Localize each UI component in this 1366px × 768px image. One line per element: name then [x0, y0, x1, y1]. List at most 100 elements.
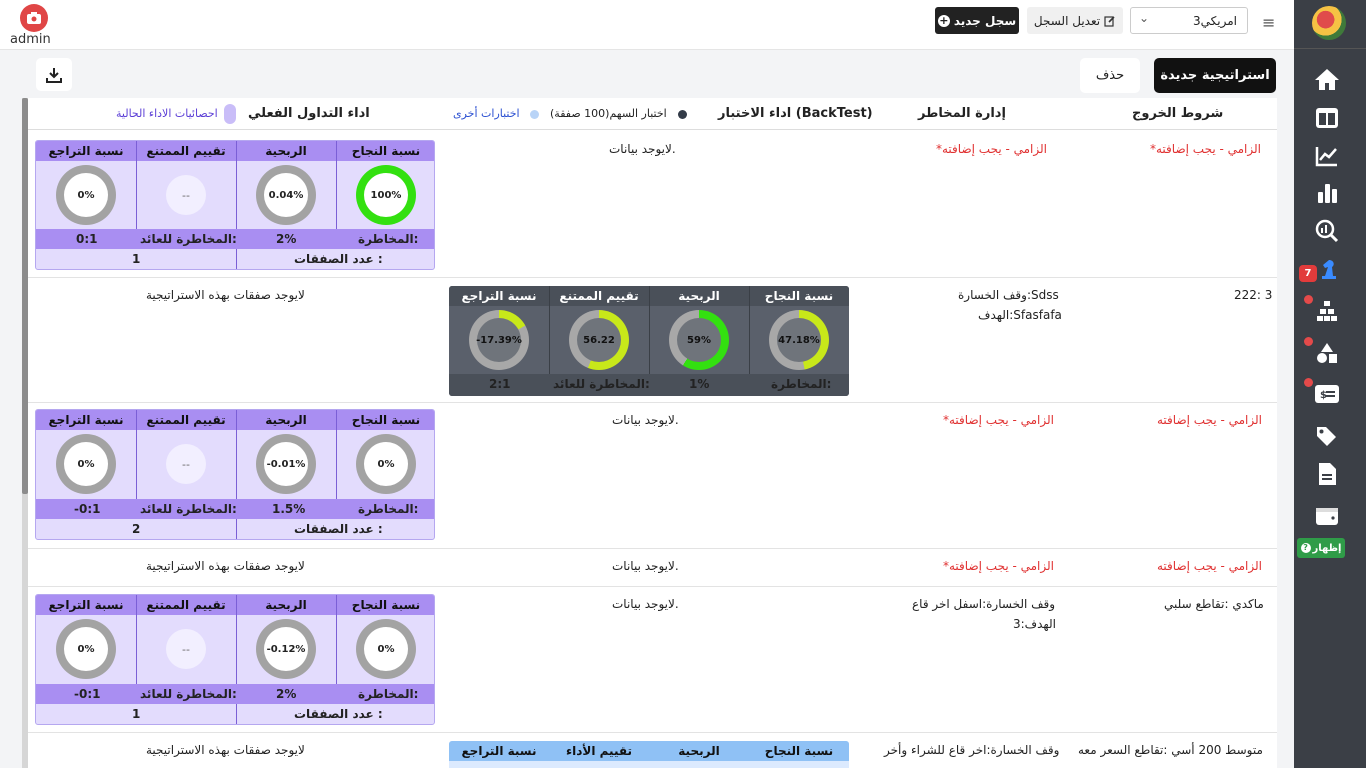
drawdown-value: -17.39% — [476, 318, 522, 362]
table-row[interactable]: ماكدي :تقاطع سلبي وقف الخسارة:اسفل اخر ق… — [28, 587, 1277, 733]
risk-label: المخاطرة: — [771, 377, 832, 391]
rr-label: المخاطرة للعائد: — [140, 687, 237, 701]
live-no-trades: لايوجد صفقات بهذه الاستراتيجية — [146, 743, 305, 757]
backtest-metrics-card: نسبة النجاح الربحية تقييم الممتنع نسبة ا… — [449, 286, 849, 396]
column-divider — [136, 141, 137, 229]
column-divider — [236, 410, 237, 539]
live-no-trades: لايوجد صفقات بهذه الاستراتيجية — [146, 559, 305, 573]
user-avatar[interactable] — [1312, 6, 1346, 40]
columns-icon[interactable] — [1312, 103, 1342, 133]
header-exit: شروط الخروج — [1132, 106, 1224, 121]
risk-value: 2% — [276, 232, 297, 246]
profit-donut: -0.12% — [256, 619, 316, 679]
metric-header: نسبة التراجع — [449, 286, 549, 306]
user-name: admin — [10, 32, 51, 47]
strategies-table: شروط الخروج إدارة المخاطر اداء الاختبار … — [28, 98, 1277, 768]
table-header: شروط الخروج إدارة المخاطر اداء الاختبار … — [28, 98, 1277, 130]
exit-condition: 222: 3 — [1234, 288, 1273, 302]
new-strategy-button[interactable]: استراتيجية جديدة — [1154, 58, 1276, 93]
home-icon[interactable] — [1312, 64, 1342, 94]
metric-header: نسبة التراجع — [449, 741, 549, 761]
wallet-icon[interactable] — [1312, 501, 1342, 531]
rail-divider — [1294, 48, 1366, 49]
backtest-no-data: لايوجد بيانات. — [612, 559, 679, 573]
success-value: 47.18% — [777, 318, 821, 362]
profit-value: 59% — [677, 318, 721, 362]
drawdown-value: 0% — [64, 627, 108, 671]
metric-header: الربحية — [649, 741, 749, 761]
profit-value: -0.12% — [264, 627, 308, 671]
market-select-value: امريكي3 — [1193, 14, 1237, 28]
risk-label: المخاطرة: — [358, 687, 419, 701]
risk-stoploss: وقف الخسارة:اسفل اخر قاع — [912, 597, 1056, 611]
rating-value: -- — [166, 175, 206, 215]
svg-text:$: $ — [1320, 390, 1327, 401]
success-value: 100% — [364, 173, 408, 217]
risk-value: 1% — [689, 377, 710, 391]
drawdown-donut: 0% — [56, 165, 116, 225]
radio-stock-test[interactable] — [678, 110, 687, 119]
drawdown-donut: 0% — [56, 619, 116, 679]
live-no-trades: لايوجد صفقات بهذه الاستراتيجية — [146, 288, 305, 302]
document-icon[interactable] — [1312, 459, 1342, 489]
risk-management: *الزامي - يجب إضافته — [936, 142, 1047, 156]
show-button[interactable]: ? إظهار — [1297, 538, 1345, 558]
trades-label: عدد الصفقات : — [294, 522, 383, 536]
rr-value: 0:1 — [76, 232, 98, 246]
tags-icon[interactable] — [1312, 421, 1342, 451]
drawdown-donut: -17.39% — [469, 310, 529, 370]
metric-header: نسبة النجاح — [336, 595, 434, 615]
bar-chart-icon[interactable] — [1312, 178, 1342, 208]
profit-value: -0.01% — [264, 442, 308, 486]
trades-value: 2 — [132, 522, 141, 536]
menu-icon[interactable]: ≡ — [1262, 13, 1275, 32]
search-chart-icon[interactable] — [1312, 216, 1342, 246]
rr-value: -0:1 — [74, 687, 101, 701]
risk-value: 2% — [276, 687, 297, 701]
metric-header: تقييم الممتنع — [136, 595, 236, 615]
drawdown-donut: 0% — [56, 434, 116, 494]
table-row[interactable]: الزامي - يجب إضافته *الزامي - يجب إضافته… — [28, 403, 1277, 549]
live-metrics-card: نسبة النجاح الربحية تقييم الممتنع نسبة ا… — [35, 594, 435, 725]
side-rail: 7 $ ? إظهار — [1294, 0, 1366, 768]
sitemap-icon[interactable] — [1312, 296, 1342, 326]
delete-button[interactable]: حذف — [1080, 58, 1140, 93]
risk-stoploss: وقف الخسارة:Sdss — [958, 288, 1059, 302]
show-label: إظهار — [1312, 542, 1342, 554]
metric-header: نسبة التراجع — [36, 410, 136, 430]
column-divider — [336, 410, 337, 499]
top-bar: admin + سجل جديد تعديل السجل امريكي3 ⌄ ≡ — [0, 0, 1294, 50]
app-logo-icon[interactable] — [20, 4, 48, 32]
download-icon[interactable] — [36, 58, 72, 91]
toggle-current-stats[interactable] — [224, 104, 236, 124]
shapes-icon[interactable] — [1312, 338, 1342, 368]
market-select[interactable]: امريكي3 ⌄ — [1130, 7, 1248, 34]
radio-other-tests[interactable] — [530, 110, 539, 119]
new-record-button[interactable]: + سجل جديد — [935, 7, 1019, 34]
table-row[interactable]: 222: 3 وقف الخسارة:Sdss الهدف:Sfasfafa ن… — [28, 278, 1277, 403]
table-row[interactable]: الزامي - يجب إضافته *الزامي - يجب إضافته… — [28, 549, 1277, 587]
success-donut: 0% — [356, 619, 416, 679]
metric-header: نسبة النجاح — [749, 286, 849, 306]
current-stats-label: احصائيات الاداء الحالية — [116, 107, 218, 120]
table-row[interactable]: *الزامي - يجب إضافته *الزامي - يجب إضافت… — [28, 130, 1277, 278]
success-value: 0% — [364, 442, 408, 486]
table-row[interactable]: متوسط 200 أسي :تقاطع السعر معه وقف الخسا… — [28, 733, 1277, 768]
stock-test-label: اختبار السهم(100 صفقة) — [550, 107, 667, 120]
metric-header: الربحية — [236, 410, 336, 430]
chevron-down-icon: ⌄ — [1139, 11, 1150, 25]
profit-donut: -0.01% — [256, 434, 316, 494]
trades-label: عدد الصفقات : — [294, 707, 383, 721]
metric-header: نسبة التراجع — [36, 141, 136, 161]
help-circle-icon: ? — [1300, 543, 1311, 553]
money-card-icon[interactable]: $ — [1312, 379, 1342, 409]
rr-value: 2:1 — [489, 377, 511, 391]
profit-donut: 59% — [669, 310, 729, 370]
edit-record-button[interactable]: تعديل السجل — [1027, 7, 1123, 34]
other-tests-link[interactable]: اختبارات أخرى — [453, 107, 520, 120]
exit-condition: الزامي - يجب إضافته — [1157, 413, 1262, 427]
column-divider — [749, 286, 750, 374]
backtest-no-data: لايوجد بيانات. — [612, 413, 679, 427]
rr-label: المخاطرة للعائد: — [140, 232, 237, 246]
line-chart-icon[interactable] — [1312, 141, 1342, 171]
